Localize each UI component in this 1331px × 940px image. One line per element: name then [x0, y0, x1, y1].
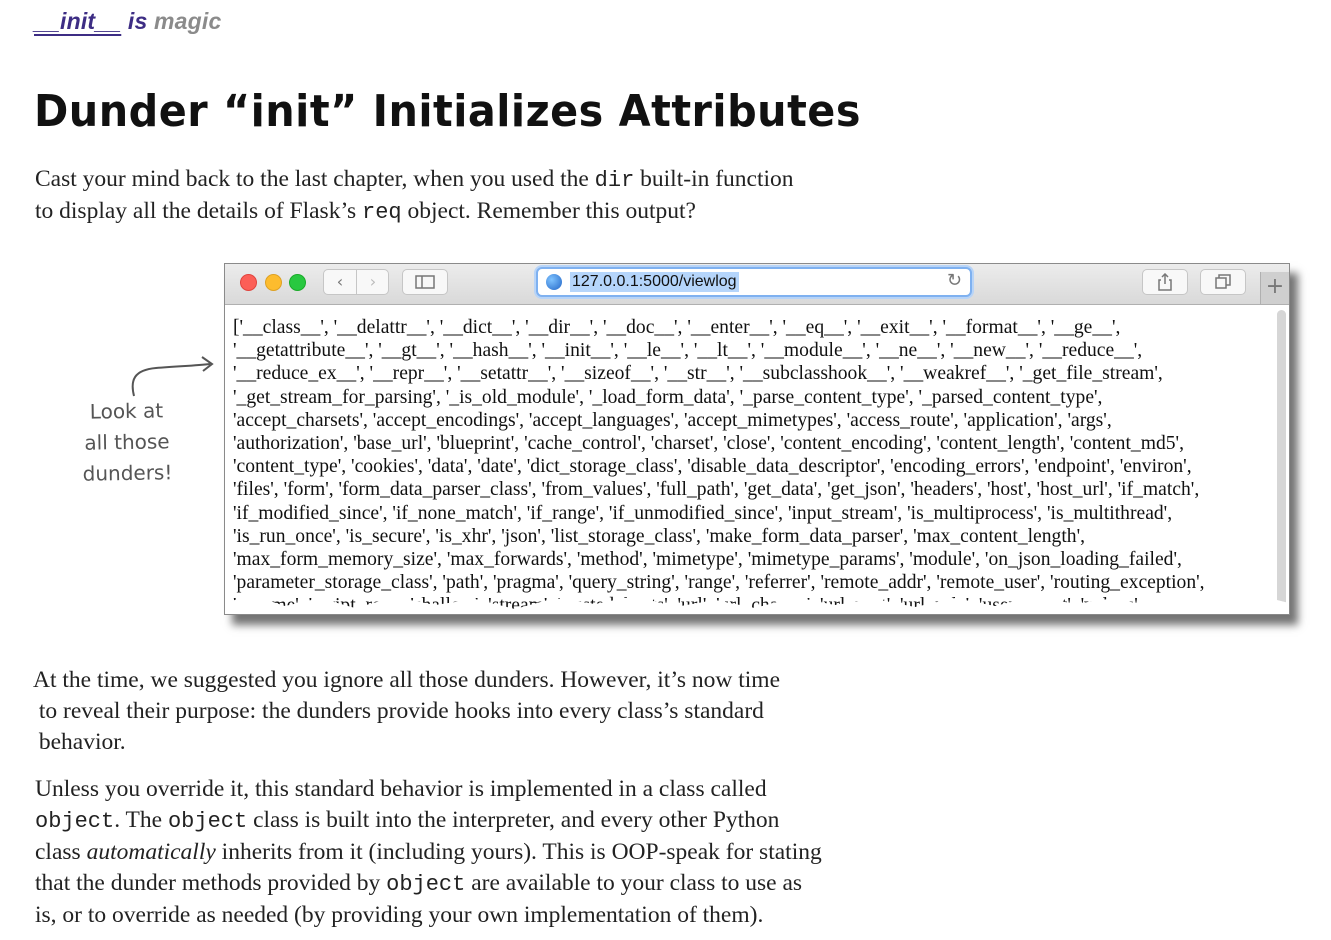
- vertical-scrollbar[interactable]: [1277, 310, 1286, 610]
- running-head-is: is: [121, 8, 148, 34]
- output-line: 'max_form_memory_size', 'max_forwards', …: [233, 549, 1182, 571]
- browser-window: ‹ › 127.0.0.1:5000/viewlog ↻ + ['__class…: [224, 263, 1290, 615]
- zoom-window-button[interactable]: [289, 274, 306, 291]
- paragraph-line: At the time, we suggested you ignore all…: [33, 667, 780, 693]
- paragraph-text: . The: [114, 807, 168, 833]
- paragraph-text: inherits from it (including yours). This…: [215, 839, 822, 865]
- output-line: 'content_type', 'cookies', 'data', 'date…: [233, 456, 1192, 478]
- reload-icon[interactable]: ↻: [947, 270, 962, 291]
- emphasis: automatically: [86, 839, 216, 865]
- paragraph-purpose: At the time, we suggested you ignore all…: [33, 665, 863, 758]
- annotation-arrow-icon: [131, 356, 214, 397]
- running-head: __init__ is magic: [34, 8, 222, 35]
- page-title: Dunder “init” Initializes Attributes: [34, 86, 861, 137]
- intro-text: object. Remember this output?: [401, 198, 696, 224]
- output-line: 'parameter_storage_class', 'path', 'prag…: [233, 572, 1205, 594]
- note-line: Look at: [89, 398, 164, 424]
- globe-icon: [546, 274, 562, 290]
- note-line: dunders!: [82, 460, 173, 486]
- paragraph-text: that the dunder methods provided by: [35, 870, 387, 896]
- note-line: all those: [84, 429, 170, 455]
- intro-paragraph: Cast your mind back to the last chapter,…: [35, 164, 895, 228]
- chevron-left-icon[interactable]: ‹: [324, 270, 356, 294]
- output-line: 'is_run_once', 'is_secure', 'is_xhr', 'j…: [233, 525, 1086, 547]
- sidebar-icon: [415, 275, 435, 289]
- paragraph-text: are available to your class to use as: [465, 870, 803, 896]
- close-window-button[interactable]: [240, 274, 257, 291]
- browser-toolbar: ‹ › 127.0.0.1:5000/viewlog ↻ +: [225, 264, 1289, 305]
- inline-code: object: [386, 872, 466, 897]
- intro-text: built-in function: [634, 166, 794, 192]
- inline-code: dir: [594, 168, 635, 193]
- output-line: ['__class__', '__delattr__', '__dict__',…: [233, 317, 1121, 338]
- sidebar-button[interactable]: [402, 269, 448, 295]
- inline-code: req: [362, 200, 402, 225]
- torn-edge: [225, 596, 1289, 614]
- paragraph-line: is, or to override as needed (by providi…: [35, 902, 764, 928]
- output-line: '_get_stream_for_parsing', '_is_old_modu…: [233, 386, 1103, 408]
- paragraph-text: class is built into the interpreter, and…: [247, 807, 780, 833]
- nav-button-group: ‹ ›: [323, 269, 389, 295]
- intro-text: to display all the details of Flask’s: [35, 198, 363, 224]
- minimize-window-button[interactable]: [265, 274, 282, 291]
- intro-text: Cast your mind back to the last chapter,…: [35, 166, 595, 192]
- output-line: 'if_modified_since', 'if_none_match', 'i…: [233, 502, 1173, 524]
- handwritten-note: Look at all those dunders!: [71, 395, 183, 490]
- output-line: '__reduce_ex__', '__repr__', '__setattr_…: [233, 363, 1163, 385]
- output-line: 'authorization', 'base_url', 'blueprint'…: [233, 433, 1184, 455]
- inline-code: object: [35, 809, 115, 834]
- running-head-code: __init__: [34, 8, 122, 34]
- tabs-button[interactable]: [1200, 269, 1246, 295]
- inline-code: object: [167, 809, 248, 834]
- chevron-right-icon[interactable]: ›: [357, 270, 389, 294]
- paragraph-text: class: [35, 839, 87, 865]
- output-line: 'files', 'form', 'form_data_parser_class…: [233, 479, 1200, 501]
- paragraph-line: to reveal their purpose: the dunders pro…: [38, 698, 764, 724]
- paragraph-line: Unless you override it, this standard be…: [35, 776, 767, 802]
- output-line: 'accept_charsets', 'accept_encodings', '…: [233, 409, 1112, 431]
- dir-output: ['__class__', '__delattr__', '__dict__',…: [233, 316, 1263, 614]
- running-head-magic: magic: [154, 8, 222, 34]
- tabs-icon: [1215, 274, 1231, 289]
- share-button[interactable]: [1142, 269, 1188, 295]
- output-line: '__getattribute__', '__gt__', '__hash__'…: [233, 340, 1143, 362]
- share-icon: [1158, 272, 1172, 291]
- address-bar[interactable]: 127.0.0.1:5000/viewlog ↻: [536, 267, 972, 297]
- paragraph-object: Unless you override it, this standard be…: [35, 774, 895, 931]
- url-text[interactable]: 127.0.0.1:5000/viewlog: [570, 272, 739, 292]
- new-tab-button[interactable]: +: [1260, 272, 1289, 304]
- paragraph-line: behavior.: [38, 729, 126, 755]
